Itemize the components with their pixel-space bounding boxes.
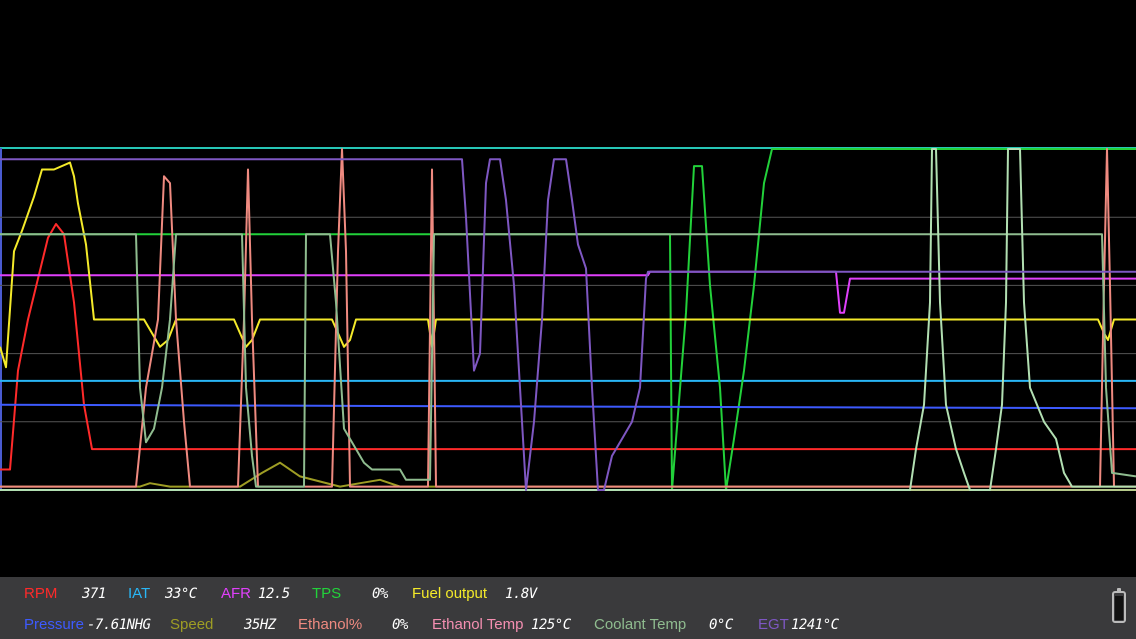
ethanol-pct-value: 0% — [392, 617, 408, 633]
fuel-output-value: 1.8V — [505, 586, 537, 602]
ethanol-pct-label: Ethanol% — [298, 616, 363, 633]
gauge-status-bar: RPM 371 IAT 33°C AFR 12.5 TPS 0% Fuel ou… — [0, 577, 1136, 639]
afr-label: AFR — [221, 585, 251, 602]
chart-series-group — [0, 148, 1136, 491]
egt-value: 1241°C — [791, 617, 839, 633]
tps-value: 0% — [372, 586, 388, 602]
speed-value: 35HZ — [244, 617, 276, 633]
sensor-line-chart[interactable] — [0, 0, 1136, 577]
ethanol-temp-label: Ethanol Temp — [432, 616, 524, 633]
ecu-data-logger-screen: RPM 371 IAT 33°C AFR 12.5 TPS 0% Fuel ou… — [0, 0, 1136, 639]
coolant-temp-label: Coolant Temp — [594, 616, 687, 633]
fuel-output-label: Fuel output — [412, 585, 488, 602]
iat-label: IAT — [128, 585, 151, 602]
speed-label: Speed — [170, 616, 214, 633]
series-line-pressure — [0, 403, 1136, 410]
tps-label: TPS — [312, 585, 342, 602]
battery-icon — [1112, 588, 1126, 623]
ethanol-temp-value: 125°C — [531, 617, 571, 633]
coolant-temp-value: 0°C — [709, 617, 733, 633]
egt-label: EGT — [758, 616, 789, 633]
gauge-row-1: RPM 371 IAT 33°C AFR 12.5 TPS 0% Fuel ou… — [0, 579, 1100, 609]
iat-value: 33°C — [165, 586, 197, 602]
afr-value: 12.5 — [258, 586, 290, 602]
sensor-chart-area[interactable] — [0, 0, 1136, 577]
series-line-rpm — [0, 223, 1136, 471]
rpm-value: 371 — [82, 586, 106, 602]
pressure-value: -7.61NHG — [87, 617, 151, 633]
rpm-label: RPM — [24, 585, 58, 602]
gauge-row-2: Pressure -7.61NHG Speed 35HZ Ethanol% 0%… — [0, 610, 1100, 639]
pressure-label: Pressure — [24, 616, 85, 633]
battery-level-fill — [1115, 596, 1123, 620]
